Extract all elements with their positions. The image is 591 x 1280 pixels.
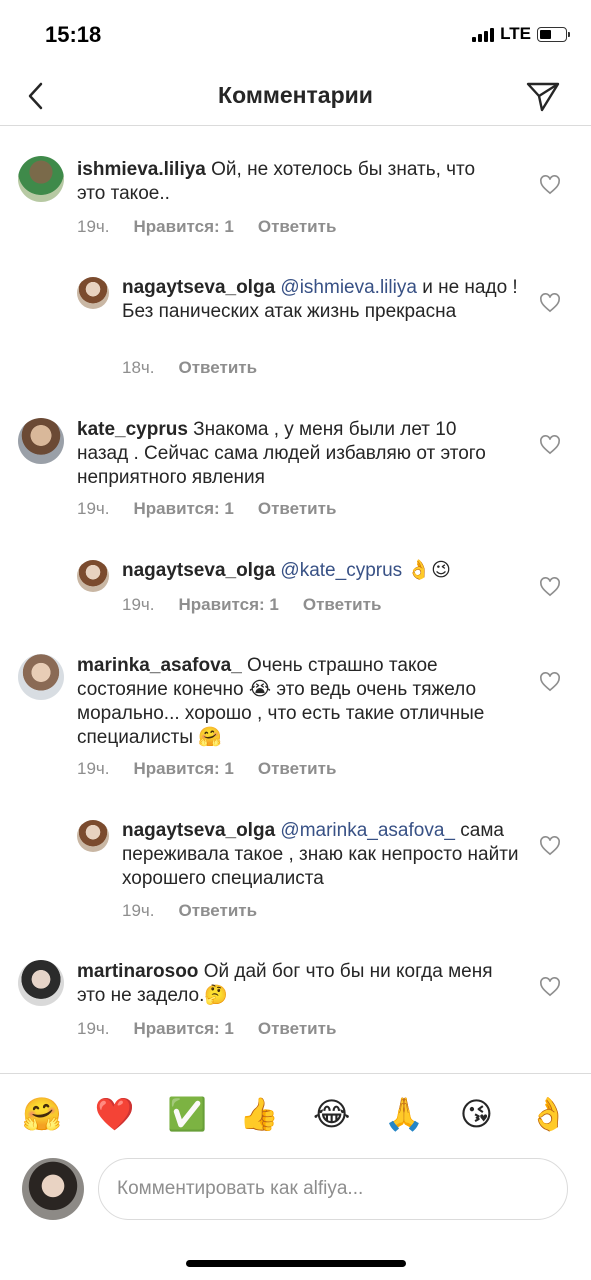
heart-icon[interactable] [539,977,561,997]
heart-icon[interactable] [539,293,561,313]
avatar[interactable] [18,960,64,1006]
emoji-hug-button[interactable]: 🤗 [18,1095,66,1133]
avatar[interactable] [18,418,64,464]
comment-input[interactable] [98,1158,568,1220]
reply-button[interactable]: Ответить [179,901,258,921]
reply-button[interactable]: Ответить [303,595,382,615]
likes-count[interactable]: Нравится: 1 [134,217,234,237]
comment-time: 19ч. [122,595,155,614]
status-time: 15:18 [45,22,102,47]
status-indicators: LTE [472,24,570,44]
comment-text: martinarosoo Ой дай бог что бы ни когда … [77,960,507,1008]
comment-username[interactable]: martinarosoo [77,961,198,982]
reply-button[interactable]: Ответить [258,1019,337,1039]
mention-link[interactable]: @kate_cyprus [280,560,402,581]
comment-text: marinka_asafova_ Очень страшно такое сос… [77,654,507,750]
home-indicator[interactable] [186,1260,406,1267]
heart-icon[interactable] [539,175,561,195]
battery-icon [537,26,570,42]
heart-icon[interactable] [539,672,561,692]
reply-button[interactable]: Ответить [179,358,258,378]
comment-time: 19ч. [77,499,110,518]
share-button[interactable] [523,76,563,116]
heart-icon[interactable] [539,836,561,856]
emoji-pray-button[interactable]: 🙏 [380,1095,428,1133]
signal-icon [472,26,495,42]
comment-time: 19ч. [122,901,155,920]
paper-plane-icon [526,82,560,112]
reply-button[interactable]: Ответить [258,499,337,519]
comment-username[interactable]: marinka_asafova_ [77,655,242,676]
comment-text: kate_cyprus Знакома , у меня были лет 10… [77,418,507,490]
comment-time: 19ч. [77,217,110,236]
page-title: Комментарии [218,82,373,108]
comment-username[interactable]: nagaytseva_olga [122,560,275,581]
comment-meta: 19ч. Нравится: 1 Ответить [77,1019,336,1039]
likes-count[interactable]: Нравится: 1 [134,759,234,779]
avatar[interactable] [77,560,109,592]
emoji-heart-button[interactable]: ❤️ [91,1095,139,1133]
comment-meta: 19ч. Нравится: 1 Ответить [122,595,381,615]
comment-username[interactable]: kate_cyprus [77,419,188,440]
comment-text: nagaytseva_olga @kate_cyprus 👌😉 [122,559,522,583]
comment-text: nagaytseva_olga @marinka_asafova_ сама п… [122,819,522,891]
comment-body: 👌😉 [402,560,451,581]
likes-count[interactable]: Нравится: 1 [134,499,234,519]
comment-time: 18ч. [122,358,155,377]
likes-count[interactable]: Нравится: 1 [134,1019,234,1039]
comment-username[interactable]: nagaytseva_olga [122,277,275,298]
comments-list: ishmieva.liliya Ой, не хотелось бы знать… [0,127,591,1067]
mention-link[interactable]: @ishmieva.liliya [280,277,417,298]
comment-meta: 19ч. Нравится: 1 Ответить [77,217,336,237]
comment-username[interactable]: ishmieva.liliya [77,159,206,180]
heart-icon[interactable] [539,577,561,597]
network-label: LTE [500,24,531,43]
avatar[interactable] [77,277,109,309]
header: Комментарии [0,66,591,126]
comment-time: 19ч. [77,759,110,778]
comment-meta: 19ч. Ответить [122,901,257,921]
comment-time: 19ч. [77,1019,110,1038]
avatar [22,1158,84,1220]
mention-link[interactable]: @marinka_asafova_ [280,820,455,841]
reply-button[interactable]: Ответить [258,217,337,237]
comment-text: ishmieva.liliya Ой, не хотелось бы знать… [77,158,507,206]
avatar[interactable] [18,156,64,202]
comment-text: nagaytseva_olga @ishmieva.liliya и не на… [122,276,522,324]
comment-composer [0,1155,591,1225]
emoji-thumbs-up-button[interactable]: 👍 [235,1095,283,1133]
reply-button[interactable]: Ответить [258,759,337,779]
emoji-laugh-button[interactable]: 😂 [308,1095,356,1133]
status-bar: 15:18 LTE [0,0,591,66]
emoji-check-button[interactable]: ✅ [163,1095,211,1133]
comment-meta: 18ч. Ответить [122,358,257,378]
avatar[interactable] [77,820,109,852]
avatar[interactable] [18,654,64,700]
heart-icon[interactable] [539,435,561,455]
emoji-ok-button[interactable]: 👌 [525,1095,573,1133]
likes-count[interactable]: Нравится: 1 [179,595,279,615]
emoji-kiss-button[interactable]: 😘 [452,1095,500,1133]
comment-meta: 19ч. Нравится: 1 Ответить [77,759,336,779]
comment-meta: 19ч. Нравится: 1 Ответить [77,499,336,519]
emoji-quick-bar: 🤗 ❤️ ✅ 👍 😂 🙏 😘 👌 [0,1073,591,1153]
comment-username[interactable]: nagaytseva_olga [122,820,275,841]
